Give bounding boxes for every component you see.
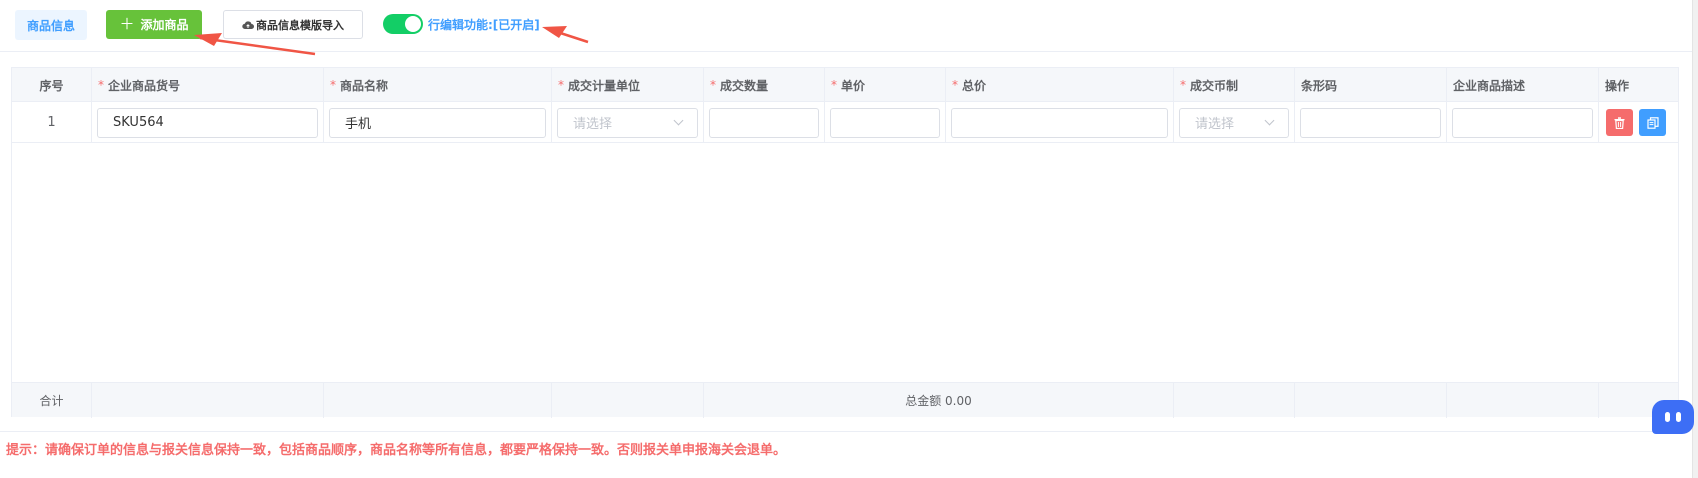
name-cell: 手机 [324,102,552,143]
product-table: 序号 * 企业商品货号 * 商品名称 * 成交计量单位 * 成交数量 * 单价 * 总价 *… [11,67,1679,418]
chevron-down-icon [1264,115,1275,126]
chat-bot-icon [1665,412,1670,422]
footer-cell [92,383,324,418]
chevron-down-icon [673,115,684,126]
sku-input[interactable]: SKU564 [97,107,318,138]
chat-bot-icon-eye [1676,412,1681,422]
hint-text: 提示：请确保订单的信息与报关信息保持一致，包括商品顺序，商品名称等所有信息，都要… [6,443,787,458]
annotation-arrow-switch [542,26,589,44]
annotation-arrows [194,26,589,56]
quantity-cell [704,102,825,143]
footer-cell [1447,383,1599,418]
column-header-actions: 操作 [1605,78,1630,93]
column-header-description: 企业商品描述 [1447,68,1599,102]
chat-assistant-button[interactable] [1652,400,1694,434]
product-name-input[interactable]: 手机 [329,107,546,138]
barcode-cell [1295,102,1447,143]
column-header-total-price: * 总价 [946,68,1174,102]
unit-select-placeholder: 请选择 [573,117,613,132]
copy-icon [1646,116,1659,129]
table-row: 1 SKU564 手机 请选择 请选择 [12,102,1678,143]
currency-cell: 请选择 [1174,102,1295,143]
description-input[interactable] [1452,107,1593,138]
annotation-arrow-add [194,33,316,56]
currency-select-placeholder: 请选择 [1195,117,1235,132]
footer-cell [552,383,704,418]
column-header-name: * 商品名称 [324,68,552,102]
unit-price-cell [825,102,946,143]
description-cell [1447,102,1599,143]
unit-price-input[interactable] [830,107,940,138]
footer-sum-label: 合计 [12,383,92,418]
total-price-input[interactable] [951,107,1168,138]
footer-cell [1295,383,1447,418]
trash-icon [1614,116,1625,129]
column-header-sku: * 企业商品货号 [92,68,324,102]
footer-cell [324,383,552,418]
sku-cell: SKU564 [92,102,324,143]
column-header-unit: * 成交计量单位 [552,68,704,102]
table-footer: 合计 总金额 0.00 [12,382,1678,418]
column-header-unit-price: * 单价 [825,68,946,102]
unit-select[interactable]: 请选择 [557,107,698,138]
copy-row-button[interactable] [1639,109,1666,136]
quantity-input[interactable] [709,107,819,138]
column-header-barcode: 条形码 [1295,68,1447,102]
column-header-currency: * 成交币制 [1174,68,1295,102]
footer-total-amount: 总金额 0.00 [704,383,1174,418]
table-header: 序号 * 企业商品货号 * 商品名称 * 成交计量单位 * 成交数量 * 单价 * 总价 *… [12,68,1678,102]
column-header-index: 序号 [12,68,92,102]
unit-cell: 请选择 [552,102,704,143]
total-price-cell [946,102,1174,143]
delete-row-button[interactable] [1606,109,1633,136]
column-header-quantity: * 成交数量 [704,68,825,102]
currency-select[interactable]: 请选择 [1179,107,1289,138]
footer-cell [1174,383,1295,418]
barcode-input[interactable] [1300,107,1441,138]
divider [0,431,1690,432]
row-index: 1 [12,102,92,143]
